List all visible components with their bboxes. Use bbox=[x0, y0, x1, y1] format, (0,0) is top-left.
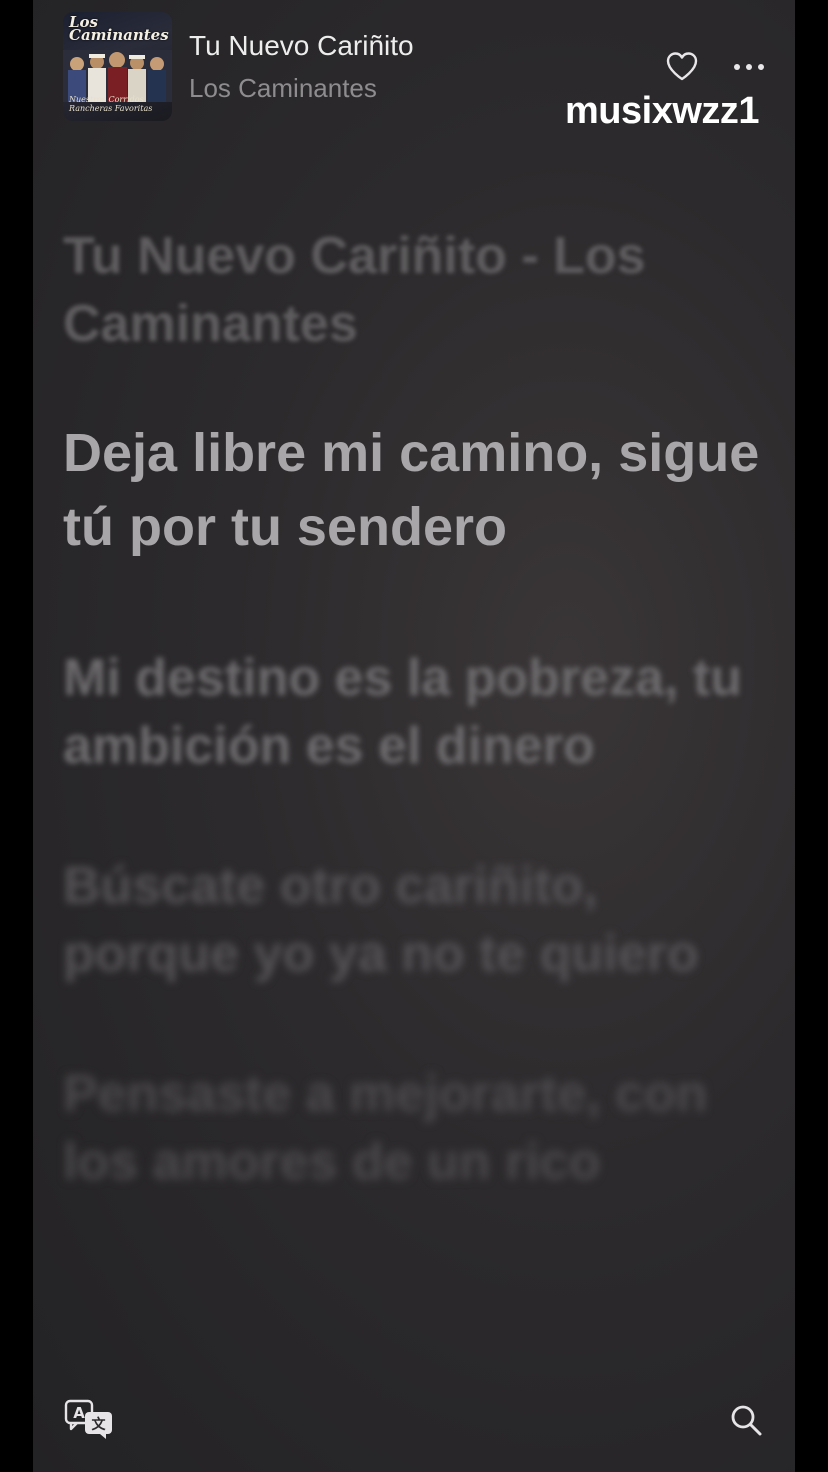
album-artwork[interactable]: Los Caminantes Nuestros Corridos Rancher… bbox=[63, 12, 172, 121]
watermark-text: musixwzz1 bbox=[565, 90, 760, 132]
lyric-line-active[interactable]: Deja libre mi camino, sigue tú por tu se… bbox=[63, 416, 763, 564]
lyric-line[interactable]: Pensaste a mejorarte, con los amores de … bbox=[63, 1060, 763, 1196]
lyric-line[interactable]: Búscate otro cariñito, porque yo ya no t… bbox=[63, 852, 763, 988]
svg-text:文: 文 bbox=[92, 1416, 107, 1433]
heart-icon[interactable] bbox=[665, 50, 699, 84]
lyrics-screen: Los Caminantes Nuestros Corridos Rancher… bbox=[33, 0, 795, 1472]
translate-icon[interactable]: A 文 bbox=[63, 1398, 115, 1440]
search-icon[interactable] bbox=[729, 1403, 763, 1437]
ellipsis-icon[interactable] bbox=[733, 55, 765, 79]
svg-text:A: A bbox=[73, 1404, 85, 1422]
song-title: Tu Nuevo Cariñito bbox=[189, 30, 414, 61]
song-artist[interactable]: Los Caminantes bbox=[189, 73, 377, 104]
lyric-line[interactable]: Mi destino es la pobreza, tu ambición es… bbox=[63, 644, 763, 780]
now-playing-header: Los Caminantes Nuestros Corridos Rancher… bbox=[33, 0, 795, 140]
lyrics-list[interactable]: Tu Nuevo Cariñito - Los Caminantes Deja … bbox=[63, 222, 763, 1268]
album-logo-text: Los Caminantes bbox=[69, 13, 169, 44]
lyric-line-header[interactable]: Tu Nuevo Cariñito - Los Caminantes bbox=[63, 222, 763, 358]
album-caption: Nuestros Corridos Rancheras Favoritas bbox=[69, 95, 153, 113]
